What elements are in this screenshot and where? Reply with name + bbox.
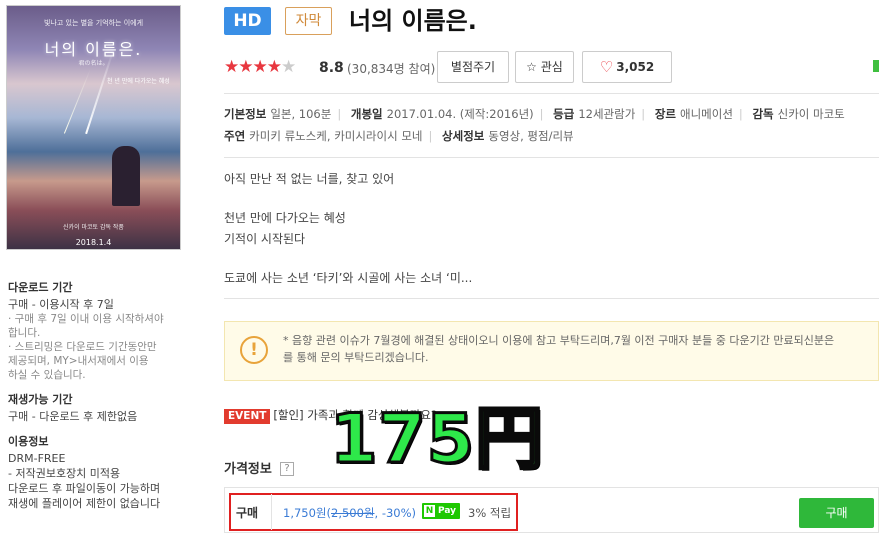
rating-votes: (30,834명 참여): [347, 62, 436, 76]
poster-mid-text: 천 년 만에 다가오는 혜성: [107, 78, 170, 85]
movie-poster[interactable]: 빛나고 있는 별을 기억하는 이에게 너의 이름은. 君の名は。 천 년 만에 …: [6, 5, 181, 250]
overlay-price-text: 175円: [329, 399, 545, 481]
event-badge: EVENT: [224, 409, 271, 424]
naver-edge-icon: [873, 60, 879, 72]
npay-badge: N Pay: [422, 503, 460, 519]
half-star-icon: ★: [280, 57, 296, 77]
divider: [224, 157, 879, 158]
heart-icon: ♡: [599, 58, 614, 76]
poster-figures: [112, 146, 140, 206]
star-outline-icon: ☆: [526, 60, 537, 74]
star-icon: ★★★★: [224, 57, 282, 77]
price-value: 1,750원(2,500원, -30%): [283, 506, 417, 520]
usage-info-heading: 이용정보: [8, 435, 49, 448]
poster-title: 너의 이름은.: [44, 40, 143, 59]
subtitle-badge: 자막: [285, 7, 332, 35]
like-button[interactable]: ♡ 3,052: [582, 51, 672, 83]
download-note: 합니다.: [8, 327, 41, 339]
favorite-button[interactable]: ☆ 관심: [515, 51, 574, 83]
detail-link[interactable]: 동영상, 평점/리뷰: [488, 129, 573, 143]
sidebar-info: 다운로드 기간 구매 - 이용시작 후 7일 · 구매 후 7일 이내 이용 시…: [8, 280, 183, 511]
notice-box: ! * 음향 관련 이슈가 7월경에 해결된 상태이오니 이용에 참고 부탁드리…: [224, 321, 879, 381]
divider: [224, 298, 879, 299]
divider: [271, 494, 272, 530]
help-icon[interactable]: ?: [280, 462, 294, 476]
hd-badge: HD: [224, 7, 271, 35]
point-rate: 3% 적립: [468, 506, 512, 520]
price-info-heading: 가격정보: [224, 462, 272, 477]
meta-row-1: 기본정보 일본, 106분 | 개봉일 2017.01.04. (제작:2016년) |…: [224, 107, 845, 121]
poster-sub-text: 君の名は。: [78, 60, 109, 67]
poster-bottom-text: 신카이 마코토 감독 작품: [63, 224, 124, 231]
warning-icon: !: [240, 336, 268, 364]
download-note: 제공되며, MY>내서재에서 이용: [8, 355, 149, 367]
meta-row-2: 주연 카미키 류노스케, 카미시라이시 모네 | 상세정보 동영상, 평점/리뷰: [224, 129, 574, 143]
replay-period-heading: 재생가능 기간: [8, 393, 73, 406]
synopsis-line: 기적이 시작된다: [224, 232, 306, 246]
download-period-heading: 다운로드 기간: [8, 281, 73, 294]
cast-link[interactable]: 카미키 류노스케, 카미시라이시 모네: [249, 129, 422, 143]
download-period-text: 구매 - 이용시작 후 7일: [8, 298, 114, 311]
star-rating: ★★★★★: [224, 57, 296, 77]
page-title: 너의 이름은.: [349, 7, 477, 35]
synopsis-line: 도쿄에 사는 소년 ‘타키’와 시골에 사는 소녀 ‘미...: [224, 271, 473, 285]
director-link[interactable]: 신카이 마코토: [778, 107, 845, 121]
favorite-label: 관심: [540, 60, 563, 74]
divider: [224, 93, 879, 94]
replay-period-text: 구매 - 다운로드 후 제한없음: [8, 410, 138, 423]
usage-line: 다운로드 후 파일이동이 가능하며: [8, 482, 161, 495]
usage-line: DRM-FREE: [8, 452, 66, 465]
synopsis-line: 아직 만난 적 없는 너를, 찾고 있어: [224, 172, 395, 186]
download-note: 하실 수 있습니다.: [8, 369, 86, 381]
usage-line: - 저작권보호장치 미적용: [8, 467, 121, 480]
npay-n-icon: N: [424, 505, 435, 517]
poster-date: 2018.1.4: [75, 238, 112, 247]
genre-link[interactable]: 애니메이션: [680, 107, 733, 121]
download-note: · 구매 후 7일 이내 이용 시작하셔야: [8, 313, 164, 325]
download-note: · 스트리밍은 다운로드 기간동안만: [8, 341, 157, 353]
usage-line: 재생에 플레이어 제한이 없습니다: [8, 497, 161, 510]
poster-top-text: 빛나고 있는 별을 기억하는 이에게: [43, 19, 144, 27]
buy-label: 구매: [236, 506, 259, 520]
rate-button[interactable]: 별점주기: [437, 51, 509, 83]
notice-text: * 음향 관련 이슈가 7월경에 해결된 상태이오니 이용에 참고 부탁드리며,…: [283, 334, 835, 364]
buy-button[interactable]: 구매: [799, 498, 874, 528]
like-count: 3,052: [616, 60, 655, 74]
rating-score: 8.8: [319, 60, 344, 76]
synopsis-line: 천년 만에 다가오는 혜성: [224, 211, 346, 225]
